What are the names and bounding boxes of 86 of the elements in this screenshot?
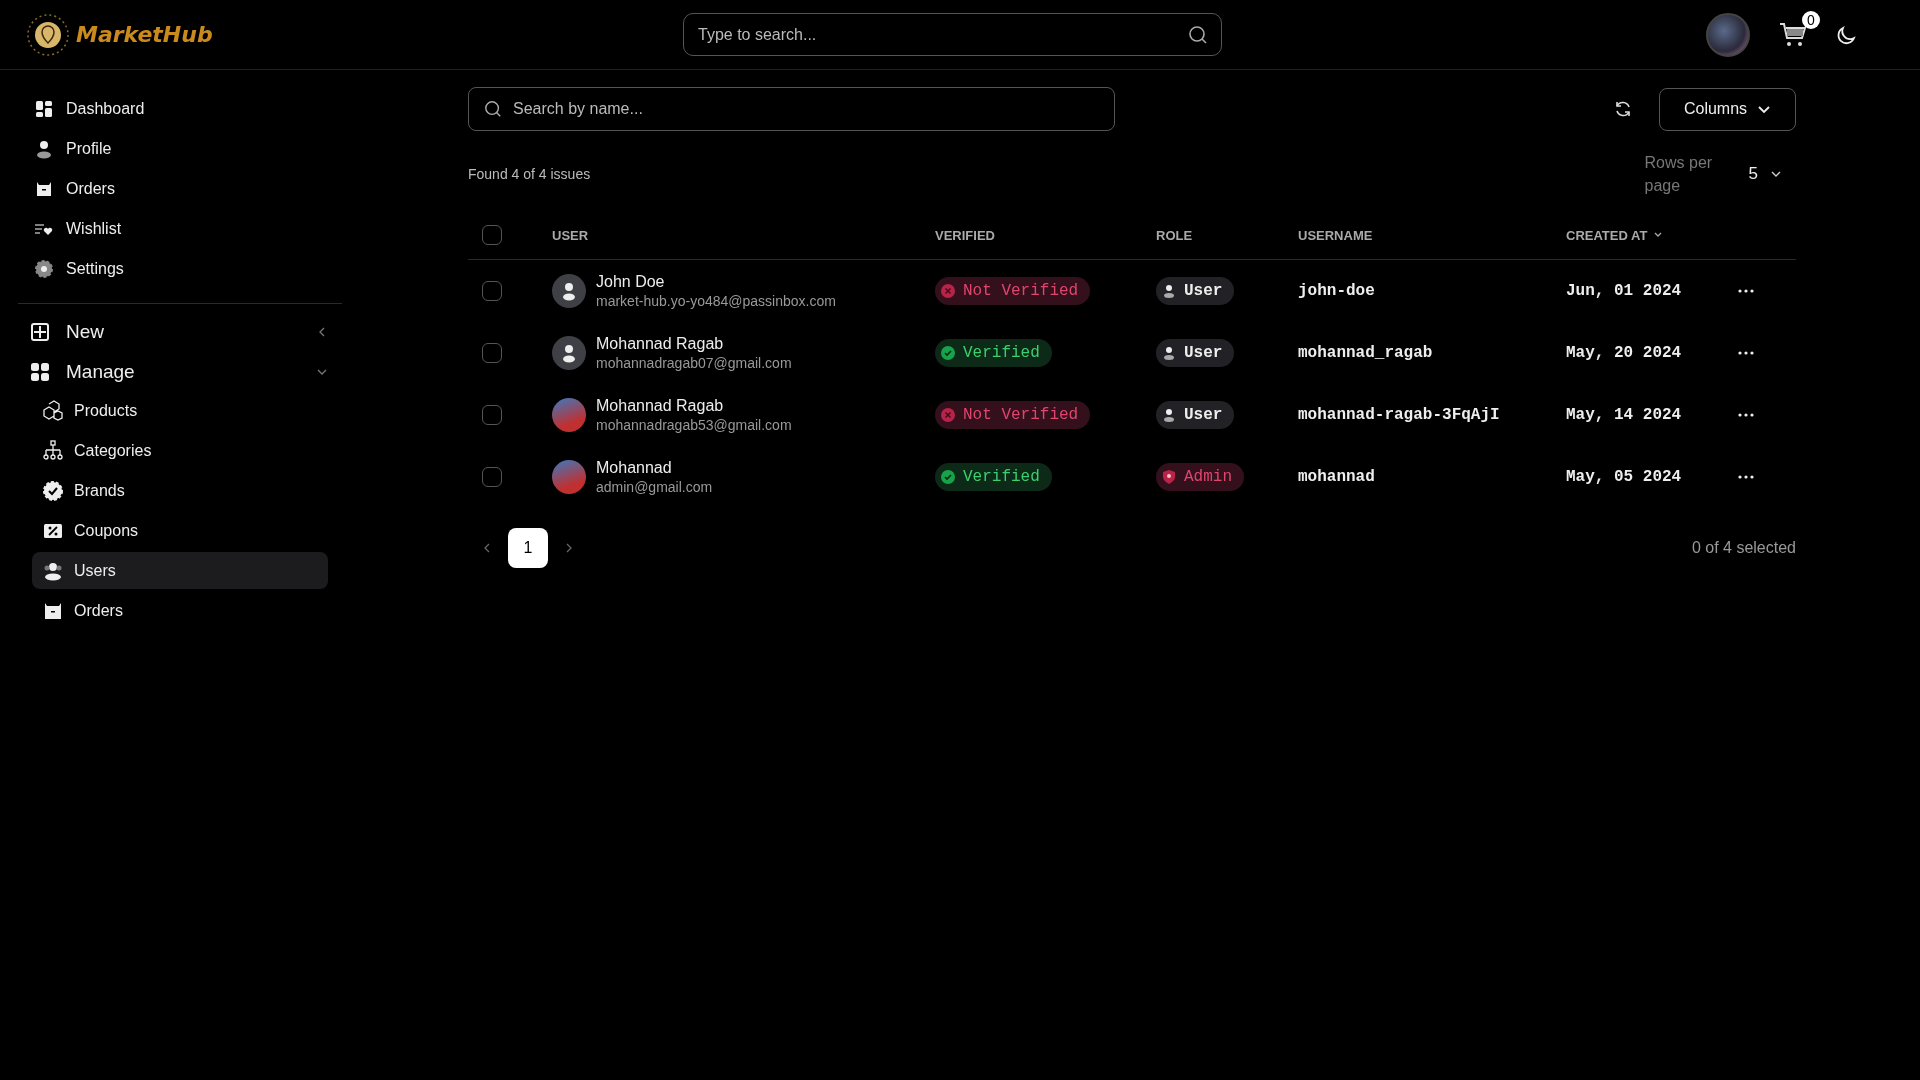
sidebar-item[interactable]: Users (32, 552, 328, 589)
brand-name[interactable]: MarketHub (76, 22, 213, 47)
gear-icon (34, 259, 54, 279)
column-header[interactable]: ROLE (1156, 227, 1193, 243)
more-options-icon[interactable] (1738, 351, 1754, 355)
refresh-icon[interactable] (1613, 99, 1633, 119)
role-chip: User (1156, 339, 1235, 367)
x-circle-icon (941, 408, 955, 422)
verification-status-chip: Not Verified (935, 277, 1091, 305)
results-count: Found 4 of 4 issues (468, 166, 591, 182)
column-header[interactable]: USERNAME (1298, 227, 1373, 243)
check-circle-icon (941, 346, 955, 360)
username-cell: john-doe (1298, 282, 1375, 300)
page-button[interactable]: 1 (508, 528, 548, 568)
user-name: John Doe (596, 273, 666, 291)
rows-per-page-select[interactable]: 5 (1748, 164, 1782, 184)
row-checkbox[interactable] (482, 405, 502, 425)
badge-check-icon (42, 479, 64, 502)
column-header[interactable]: USER (552, 227, 589, 243)
row-checkbox[interactable] (482, 467, 502, 487)
cart-count-badge: 0 (1802, 10, 1820, 29)
person-icon (1162, 408, 1176, 422)
created-date-cell: Jun, 01 2024 (1566, 282, 1682, 300)
created-date-cell: May, 05 2024 (1566, 468, 1682, 486)
person-icon (34, 139, 54, 159)
next-page-icon[interactable] (564, 542, 574, 554)
sidebar-item[interactable]: Profile (18, 129, 342, 169)
sidebar-group[interactable]: Manage (18, 352, 342, 392)
x-circle-icon (941, 284, 955, 298)
boxes-icon (42, 399, 64, 422)
created-date-cell: May, 20 2024 (1566, 344, 1682, 362)
user-avatar[interactable] (1706, 12, 1750, 57)
sidebar-item[interactable]: Brands (32, 472, 328, 509)
sidebar-item[interactable]: Products (32, 392, 328, 429)
sidebar-group[interactable]: New (18, 312, 342, 352)
user-email: market-hub.yo-yo484@passinbox.com (596, 293, 836, 309)
role-chip: User (1156, 277, 1235, 305)
user-email: mohannadragab53@gmail.com (596, 417, 792, 433)
user-email: admin@gmail.com (596, 479, 713, 495)
sidebar-item[interactable]: Orders (18, 169, 342, 209)
verification-status-chip: Verified (935, 463, 1052, 491)
user-name: Mohannad Ragab (596, 335, 725, 353)
person-icon (1162, 346, 1176, 360)
selection-count: 0 of 4 selected (1691, 539, 1796, 557)
more-options-icon[interactable] (1738, 475, 1754, 479)
person-icon (1162, 284, 1176, 298)
row-checkbox[interactable] (482, 281, 502, 301)
user-email: mohannadragab07@gmail.com (596, 355, 792, 371)
sidebar-item[interactable]: Coupons (32, 512, 328, 549)
sidebar-item[interactable]: Orders (32, 592, 328, 629)
verification-status-chip: Verified (935, 339, 1052, 367)
user-name: Mohannad Ragab (596, 397, 725, 415)
sidebar-item[interactable]: Dashboard (18, 89, 342, 129)
sidebar-item[interactable]: Wishlist (18, 209, 342, 249)
column-header[interactable]: VERIFIED (935, 227, 995, 243)
search-icon (484, 100, 502, 118)
column-header[interactable]: CREATED AT (1566, 227, 1664, 243)
username-cell: mohannad_ragab (1298, 344, 1433, 362)
search-field[interactable]: Type to search... (683, 13, 1222, 56)
search-field[interactable]: Search by name... (468, 87, 1115, 131)
check-circle-icon (941, 470, 955, 484)
created-date-cell: May, 14 2024 (1566, 406, 1682, 424)
role-chip: Admin (1156, 463, 1244, 491)
user-name: Mohannad (596, 459, 673, 477)
moon-icon[interactable] (1836, 23, 1858, 46)
grid-icon (30, 362, 50, 382)
hierarchy-icon (42, 439, 64, 462)
previous-page-icon[interactable] (482, 542, 492, 554)
columns-button[interactable]: Columns (1659, 87, 1796, 131)
username-cell: mohannad-ragab-3FqAjI (1298, 406, 1500, 424)
username-cell: mohannad (1298, 468, 1375, 486)
verification-status-chip: Not Verified (935, 401, 1091, 429)
row-checkbox[interactable] (482, 343, 502, 363)
shield-icon (1162, 470, 1176, 484)
select-all-checkbox[interactable] (482, 225, 502, 245)
cart-icon[interactable] (1778, 20, 1808, 49)
logo-icon (26, 12, 70, 57)
rows-per-page-label: Rows per page (1644, 153, 1714, 196)
sidebar-item[interactable]: Categories (32, 432, 328, 469)
plus-square-icon (30, 322, 50, 342)
role-chip: User (1156, 401, 1235, 429)
dashboard-icon (34, 99, 54, 119)
more-options-icon[interactable] (1738, 289, 1754, 293)
search-icon (1188, 25, 1208, 45)
sidebar-item[interactable]: Settings (18, 249, 342, 289)
more-options-icon[interactable] (1738, 413, 1754, 417)
